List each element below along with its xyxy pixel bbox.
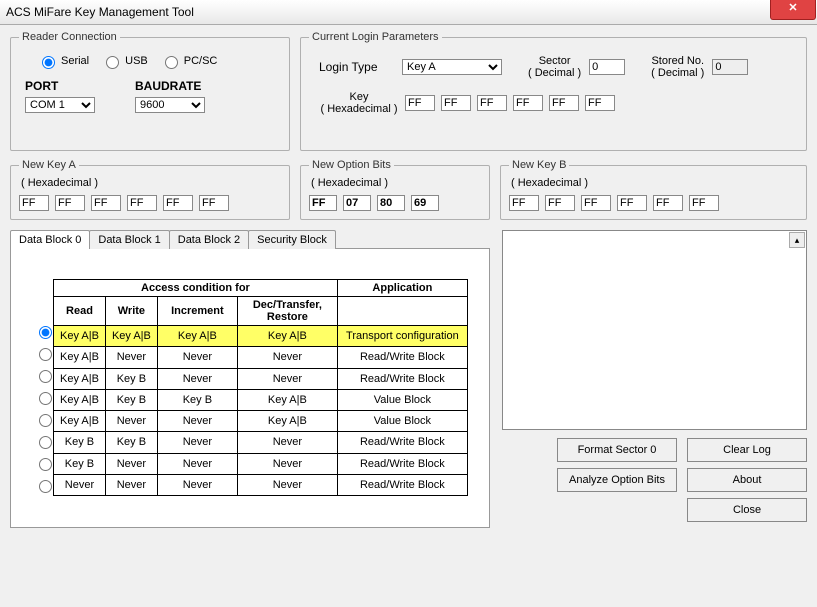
new-key-b-hex-label: ( Hexadecimal ) (511, 177, 798, 189)
access-row-7: NeverNeverNeverNeverRead/Write Block (54, 474, 468, 495)
access-row-6: Key BNeverNeverNeverRead/Write Block (54, 453, 468, 474)
nka-group-3[interactable] (127, 195, 157, 211)
col-write: Write (105, 297, 157, 326)
usb-label: USB (125, 55, 148, 67)
nka-group-4[interactable] (163, 195, 193, 211)
sector-input[interactable] (589, 59, 625, 75)
login-params-legend: Current Login Parameters (309, 31, 442, 43)
nkb-group-4[interactable] (653, 195, 683, 211)
nka-group-2[interactable] (91, 195, 121, 211)
usb-radio[interactable] (106, 56, 119, 69)
new-key-a-hex-label: ( Hexadecimal ) (21, 177, 281, 189)
clear-log-button[interactable]: Clear Log (687, 438, 807, 462)
new-key-b-legend: New Key B (509, 159, 569, 171)
stored-decimal: ( Decimal ) (651, 67, 704, 79)
titlebar: ACS MiFare Key Management Tool ✕ (0, 0, 817, 25)
tab-0[interactable]: Data Block 0 (10, 230, 90, 249)
new-key-a-group: New Key A ( Hexadecimal ) (10, 159, 290, 220)
pcsc-label: PC/SC (184, 55, 218, 67)
access-row-radio-6[interactable] (39, 458, 52, 471)
access-row-radio-4[interactable] (39, 414, 52, 427)
baud-header: BAUDRATE (135, 79, 205, 93)
key-hex-2[interactable] (477, 95, 507, 111)
access-row-radio-0[interactable] (39, 326, 52, 339)
access-row-4: Key A|BNeverNeverKey A|BValue Block (54, 411, 468, 432)
nkb-group-1[interactable] (545, 195, 575, 211)
nob-group-2[interactable] (377, 195, 405, 211)
analyze-bits-button[interactable]: Analyze Option Bits (557, 468, 677, 492)
application-header: Application (337, 280, 467, 297)
key-hex-label: ( Hexadecimal ) (319, 103, 399, 115)
key-hex-5[interactable] (585, 95, 615, 111)
sector-decimal: ( Decimal ) (528, 67, 581, 79)
about-button[interactable]: About (687, 468, 807, 492)
nob-group-0[interactable] (309, 195, 337, 211)
key-label: Key (319, 91, 399, 103)
serial-label: Serial (61, 55, 89, 67)
port-select[interactable]: COM 1 (25, 97, 95, 113)
serial-radio[interactable] (42, 56, 55, 69)
stored-input (712, 59, 748, 75)
login-type-select[interactable]: Key A (402, 59, 502, 75)
tab-1[interactable]: Data Block 1 (89, 230, 169, 249)
nob-group-1[interactable] (343, 195, 371, 211)
nka-group-0[interactable] (19, 195, 49, 211)
key-hex-4[interactable] (549, 95, 579, 111)
option-bits-legend: New Option Bits (309, 159, 394, 171)
access-row-3: Key A|BKey BKey BKey A|BValue Block (54, 389, 468, 410)
key-hex-0[interactable] (405, 95, 435, 111)
log-area[interactable]: ▴ (502, 230, 807, 430)
window-title: ACS MiFare Key Management Tool (6, 5, 194, 19)
format-sector-button[interactable]: Format Sector 0 (557, 438, 677, 462)
option-bits-group: New Option Bits ( Hexadecimal ) (300, 159, 490, 220)
access-row-2: Key A|BKey BNeverNeverRead/Write Block (54, 368, 468, 389)
baud-select[interactable]: 9600 (135, 97, 205, 113)
login-type-label: Login Type (319, 60, 394, 74)
access-row-0: Key A|BKey A|BKey A|BKey A|BTransport co… (54, 326, 468, 347)
col-dec: Dec/Transfer, Restore (237, 297, 337, 326)
col-increment: Increment (157, 297, 237, 326)
new-key-b-group: New Key B ( Hexadecimal ) (500, 159, 807, 220)
access-row-radio-3[interactable] (39, 392, 52, 405)
nkb-group-3[interactable] (617, 195, 647, 211)
close-button[interactable]: Close (687, 498, 807, 522)
nkb-group-0[interactable] (509, 195, 539, 211)
nka-group-5[interactable] (199, 195, 229, 211)
sector-label: Sector (539, 55, 571, 67)
option-bits-hex-label: ( Hexadecimal ) (311, 177, 481, 189)
nkb-group-5[interactable] (689, 195, 719, 211)
reader-connection-legend: Reader Connection (19, 31, 120, 43)
reader-connection-group: Reader Connection Serial USB PC/SC PORT … (10, 31, 290, 151)
access-group-header: Access condition for (54, 280, 338, 297)
stored-label: Stored No. (651, 55, 704, 67)
key-hex-3[interactable] (513, 95, 543, 111)
login-params-group: Current Login Parameters Login Type Key … (300, 31, 807, 151)
new-key-a-legend: New Key A (19, 159, 79, 171)
access-row-radio-7[interactable] (39, 480, 52, 493)
close-icon[interactable]: ✕ (770, 0, 816, 20)
access-row-1: Key A|BNeverNeverNeverRead/Write Block (54, 347, 468, 368)
nkb-group-2[interactable] (581, 195, 611, 211)
access-row-5: Key BKey BNeverNeverRead/Write Block (54, 432, 468, 453)
key-hex-1[interactable] (441, 95, 471, 111)
access-table: Access condition for Application Read Wr… (53, 279, 468, 496)
scroll-up-icon[interactable]: ▴ (789, 232, 805, 248)
port-header: PORT (25, 79, 95, 93)
nka-group-1[interactable] (55, 195, 85, 211)
tab-2[interactable]: Data Block 2 (169, 230, 249, 249)
nob-group-3[interactable] (411, 195, 439, 211)
col-read: Read (54, 297, 106, 326)
tab-panel: Access condition for Application Read Wr… (10, 248, 490, 528)
access-row-radio-5[interactable] (39, 436, 52, 449)
access-row-radio-2[interactable] (39, 370, 52, 383)
tab-3[interactable]: Security Block (248, 230, 336, 249)
pcsc-radio[interactable] (165, 56, 178, 69)
access-row-radio-1[interactable] (39, 348, 52, 361)
